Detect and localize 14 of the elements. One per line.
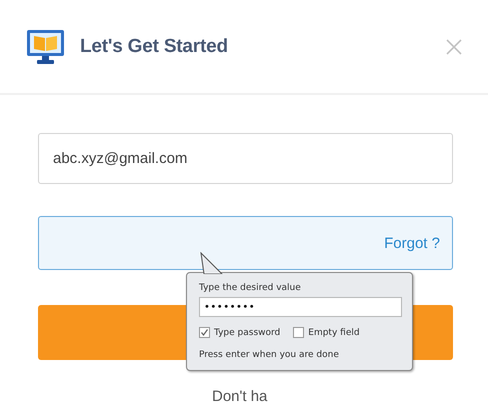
computer-book-icon: [26, 28, 66, 64]
popup-label: Type the desired value: [199, 283, 302, 293]
checkbox[interactable]: [293, 327, 304, 338]
close-icon[interactable]: [446, 38, 462, 54]
checkbox-label: Empty field: [308, 328, 360, 338]
signup-prompt: Don't ha: [212, 388, 268, 405]
popup-hint: Press enter when you are done: [199, 350, 340, 360]
checkbox[interactable]: [199, 327, 210, 338]
dialog-title: Let's Get Started: [80, 36, 229, 58]
input-field[interactable]: ••••••••: [199, 297, 402, 317]
email-field[interactable]: abc.xyz@gmail.com: [38, 133, 453, 184]
password-field[interactable]: Forgot ?: [38, 216, 453, 270]
checkbox-label: Type password: [214, 328, 280, 338]
forgot-link[interactable]: Forgot ?: [384, 234, 440, 252]
